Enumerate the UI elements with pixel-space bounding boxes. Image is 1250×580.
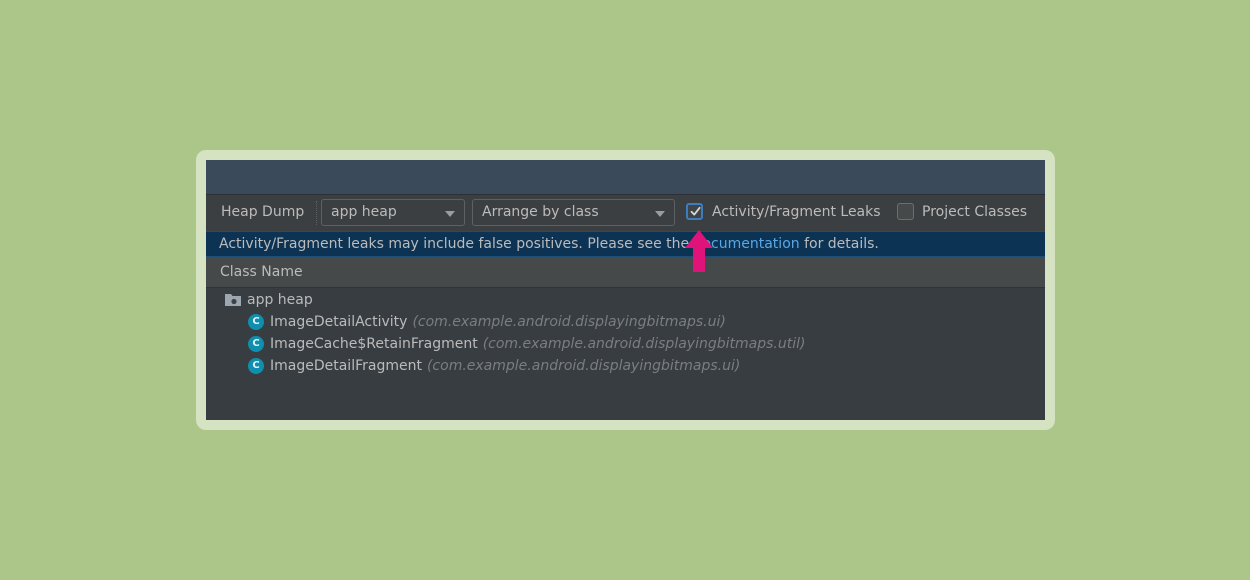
- class-icon: C: [248, 336, 264, 352]
- banner-text-before: Activity/Fragment leaks may include fals…: [219, 236, 694, 252]
- tree-row[interactable]: C ImageDetailFragment (com.example.androi…: [248, 355, 740, 377]
- tree-root-label: app heap: [247, 292, 313, 308]
- tree-row[interactable]: C ImageDetailActivity (com.example.androi…: [248, 311, 726, 333]
- class-name: ImageCache$RetainFragment: [270, 336, 478, 352]
- tree-row[interactable]: C ImageCache$RetainFragment (com.example.…: [248, 333, 805, 355]
- profiler-window: Heap Dump app heap Arrange by class Acti…: [206, 160, 1045, 420]
- arrange-select-value: Arrange by class: [482, 204, 599, 220]
- banner-message: Activity/Fragment leaks may include fals…: [219, 236, 879, 252]
- highlight-arrow-icon: [685, 230, 713, 272]
- heap-select[interactable]: app heap: [321, 199, 465, 226]
- screenshot-frame: Heap Dump app heap Arrange by class Acti…: [196, 150, 1055, 430]
- arrange-select[interactable]: Arrange by class: [472, 199, 675, 226]
- column-header-label: Class Name: [220, 264, 303, 280]
- project-classes-checkbox-label[interactable]: Project Classes: [922, 204, 1027, 220]
- leaks-info-banner: Activity/Fragment leaks may include fals…: [206, 231, 1045, 257]
- window-titlebar: [206, 160, 1045, 195]
- class-name: ImageDetailActivity: [270, 314, 408, 330]
- heap-dump-label: Heap Dump: [221, 204, 305, 220]
- checkmark-icon: [690, 206, 701, 216]
- banner-text-after: for details.: [799, 236, 879, 252]
- class-package: (com.example.android.displayingbitmaps.u…: [412, 314, 726, 330]
- leaks-checkbox-label[interactable]: Activity/Fragment Leaks: [712, 204, 881, 220]
- leaks-checkbox[interactable]: [686, 203, 703, 220]
- class-icon: C: [248, 314, 264, 330]
- class-name-column-header[interactable]: Class Name: [206, 257, 1045, 288]
- heap-select-value: app heap: [331, 204, 397, 220]
- toolbar-separator: [316, 201, 317, 225]
- folder-icon: [225, 294, 241, 306]
- tree-root-app-heap[interactable]: app heap: [224, 289, 313, 311]
- class-icon: C: [248, 358, 264, 374]
- chevron-down-icon: [655, 211, 665, 217]
- class-name: ImageDetailFragment: [270, 358, 422, 374]
- chevron-down-icon: [445, 211, 455, 217]
- project-classes-checkbox[interactable]: [897, 203, 914, 220]
- class-package: (com.example.android.displayingbitmaps.u…: [482, 336, 806, 352]
- class-package: (com.example.android.displayingbitmaps.u…: [426, 358, 741, 374]
- heap-dump-toolbar: Heap Dump app heap Arrange by class Acti…: [206, 195, 1045, 231]
